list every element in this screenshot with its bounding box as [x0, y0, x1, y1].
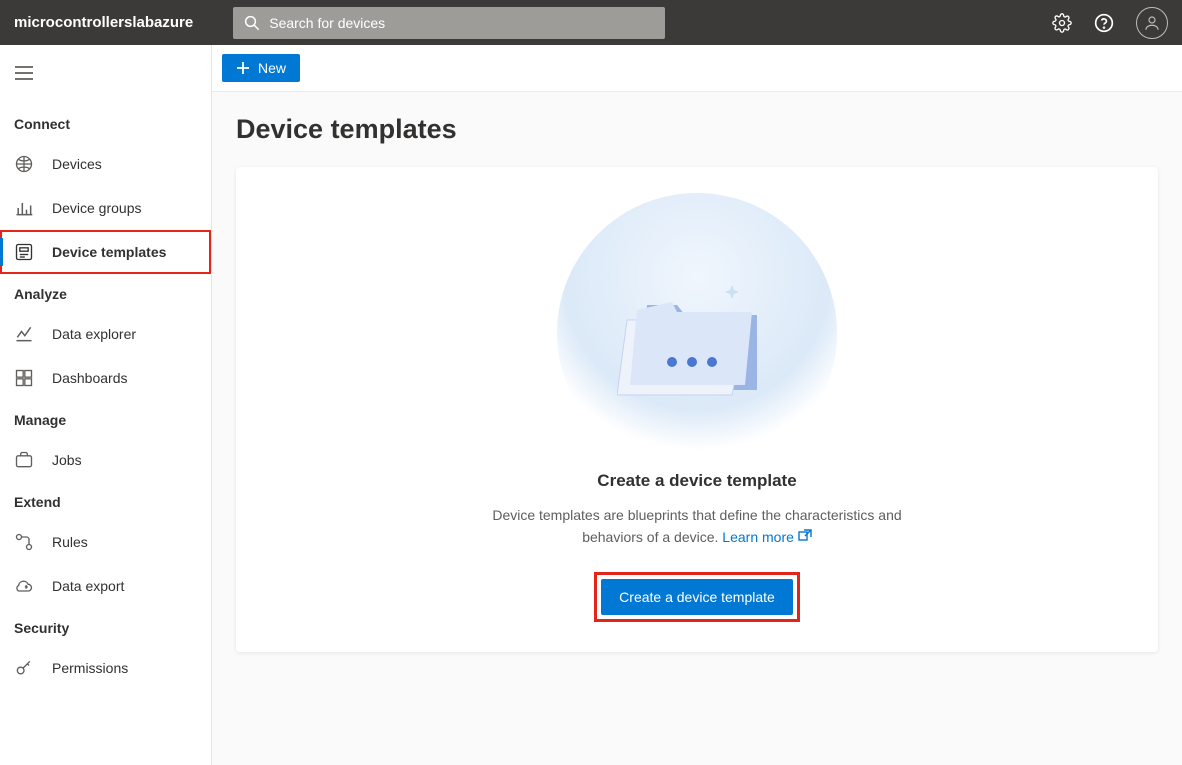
external-link-icon — [798, 526, 812, 538]
bar-chart-icon — [14, 198, 34, 218]
topbar: microcontrollerslabazure — [0, 0, 1182, 45]
sidebar-item-label: Data export — [52, 578, 124, 594]
sidebar-item-device-groups[interactable]: Device groups — [0, 186, 211, 230]
sidebar-item-label: Permissions — [52, 660, 128, 676]
sidebar-item-permissions[interactable]: Permissions — [0, 646, 211, 690]
folder-icon — [617, 280, 777, 410]
empty-description-text: Device templates are blueprints that def… — [492, 507, 901, 545]
create-button-highlight: Create a device template — [594, 572, 800, 622]
sidebar-item-label: Jobs — [52, 452, 82, 468]
search-icon — [243, 14, 261, 32]
empty-description: Device templates are blueprints that def… — [477, 505, 917, 548]
nav-section-extend: Extend — [0, 482, 211, 520]
avatar[interactable] — [1136, 7, 1168, 39]
flow-icon — [14, 532, 34, 552]
grid-icon — [14, 368, 34, 388]
app-title: microcontrollerslabazure — [14, 14, 193, 31]
nav-section-analyze: Analyze — [0, 274, 211, 312]
search-container — [233, 7, 665, 39]
template-icon — [14, 242, 34, 262]
new-button[interactable]: New — [222, 54, 300, 82]
sidebar-item-data-export[interactable]: Data export — [0, 564, 211, 608]
briefcase-icon — [14, 450, 34, 470]
cloud-export-icon — [14, 576, 34, 596]
device-icon — [14, 154, 34, 174]
learn-more-link[interactable]: Learn more — [722, 529, 811, 545]
hamburger-icon[interactable] — [0, 59, 211, 104]
create-device-template-button[interactable]: Create a device template — [601, 579, 793, 615]
sidebar-item-dashboards[interactable]: Dashboards — [0, 356, 211, 400]
sidebar-item-label: Device templates — [52, 244, 166, 260]
sidebar-item-label: Rules — [52, 534, 88, 550]
nav-section-manage: Manage — [0, 400, 211, 438]
gear-icon[interactable] — [1052, 13, 1072, 33]
line-chart-icon — [14, 324, 34, 344]
sidebar-item-label: Data explorer — [52, 326, 136, 342]
sidebar: Connect Devices Device groups Device tem… — [0, 45, 212, 765]
empty-state-card: Create a device template Device template… — [236, 167, 1158, 652]
key-icon — [14, 658, 34, 678]
new-button-label: New — [258, 60, 286, 76]
sidebar-item-device-templates[interactable]: Device templates — [0, 230, 211, 274]
empty-heading: Create a device template — [597, 471, 796, 491]
sidebar-item-label: Device groups — [52, 200, 142, 216]
empty-illustration — [552, 213, 842, 453]
sidebar-item-label: Dashboards — [52, 370, 128, 386]
sidebar-item-data-explorer[interactable]: Data explorer — [0, 312, 211, 356]
sidebar-item-label: Devices — [52, 156, 102, 172]
plus-icon — [236, 61, 250, 75]
sidebar-item-rules[interactable]: Rules — [0, 520, 211, 564]
sidebar-item-devices[interactable]: Devices — [0, 142, 211, 186]
command-bar: New — [212, 45, 1182, 92]
sidebar-item-jobs[interactable]: Jobs — [0, 438, 211, 482]
page-title: Device templates — [212, 92, 1182, 155]
nav-section-connect: Connect — [0, 104, 211, 142]
help-icon[interactable] — [1094, 13, 1114, 33]
main: New Device templates Create a device tem… — [212, 45, 1182, 765]
search-input[interactable] — [233, 7, 665, 39]
topbar-right — [1052, 7, 1168, 39]
nav-section-security: Security — [0, 608, 211, 646]
